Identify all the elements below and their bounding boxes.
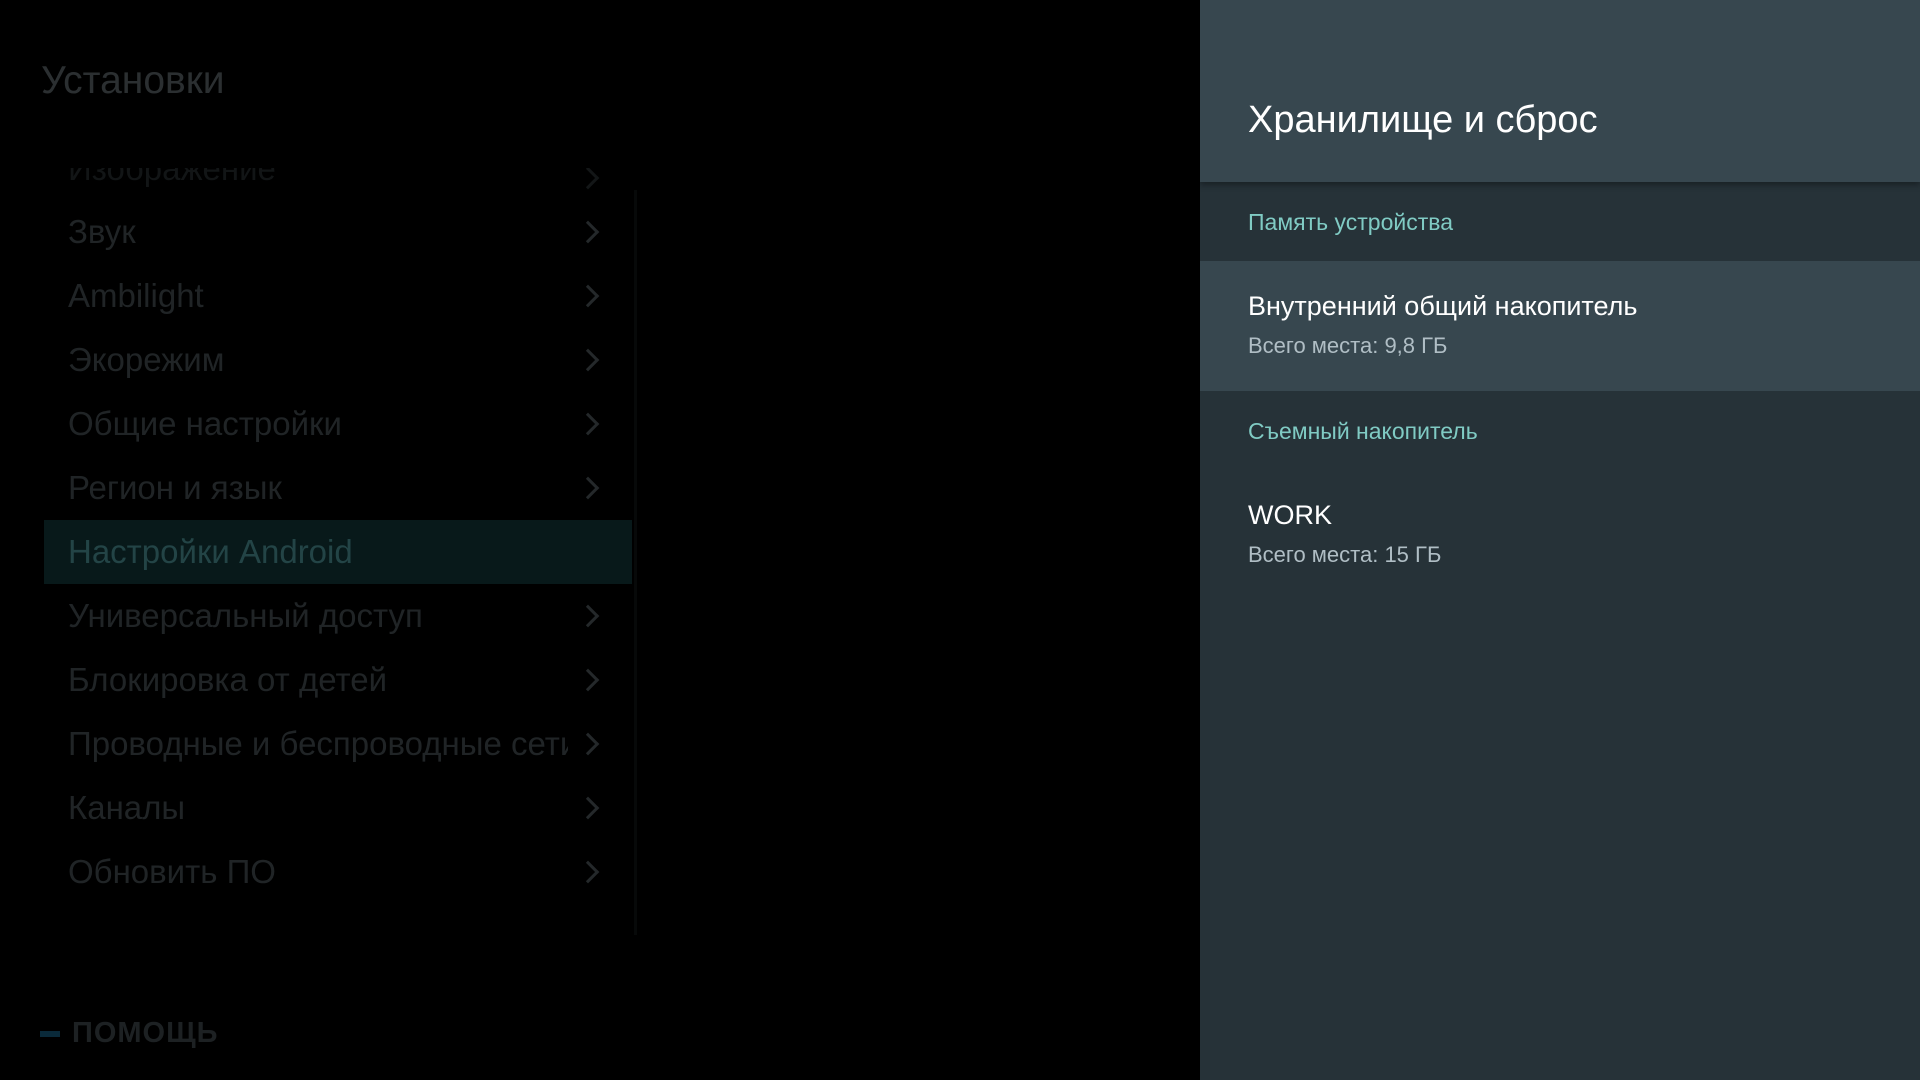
menu-item-general-settings[interactable]: Общие настройки xyxy=(44,392,632,456)
storage-name: Внутренний общий накопитель xyxy=(1248,291,1638,321)
menu-item-eco-mode[interactable]: Экорежим xyxy=(44,328,632,392)
storage-name: WORK xyxy=(1248,500,1332,530)
section-header-device-storage: Память устройства xyxy=(1248,209,1453,235)
chevron-right-icon xyxy=(576,796,600,820)
menu-item-child-lock[interactable]: Блокировка от детей xyxy=(44,648,632,712)
chevron-right-icon xyxy=(576,668,600,692)
menu-item-networks[interactable]: Проводные и беспроводные сети xyxy=(44,712,632,776)
settings-menu-list: Изображение Звук Ambilight Экорежим Общи… xyxy=(44,168,632,904)
storage-item-work[interactable]: WORK Всего места: 15 ГБ xyxy=(1200,470,1920,600)
menu-item-label: Настройки Android xyxy=(68,533,353,570)
chevron-right-icon xyxy=(576,220,600,244)
storage-size: Всего места: 15 ГБ xyxy=(1248,542,1442,567)
storage-item-internal[interactable]: Внутренний общий накопитель Всего места:… xyxy=(1200,261,1920,391)
menu-item-channels[interactable]: Каналы xyxy=(44,776,632,840)
color-key-icon xyxy=(40,1030,60,1037)
chevron-right-icon xyxy=(576,476,600,500)
menu-item-accessibility[interactable]: Универсальный доступ xyxy=(44,584,632,648)
chevron-right-icon xyxy=(576,604,600,628)
chevron-right-icon xyxy=(576,284,600,308)
chevron-right-icon xyxy=(576,412,600,436)
chevron-right-icon xyxy=(576,348,600,372)
menu-item-region-language[interactable]: Регион и язык xyxy=(44,456,632,520)
menu-item-label: Общие настройки xyxy=(68,405,342,442)
menu-item-update-software[interactable]: Обновить ПО xyxy=(44,840,632,904)
menu-item-label: Каналы xyxy=(68,789,186,826)
menu-item-android-settings[interactable]: Настройки Android xyxy=(44,520,632,584)
menu-item-label: Проводные и беспроводные сети xyxy=(68,725,568,762)
menu-item-picture[interactable]: Изображение xyxy=(44,168,632,200)
chevron-right-icon xyxy=(576,732,600,756)
chevron-right-icon xyxy=(576,860,600,884)
menu-item-label: Экорежим xyxy=(68,341,225,378)
panel-title: Хранилище и сброс xyxy=(1248,99,1598,141)
section-header-removable-storage: Съемный накопитель xyxy=(1248,418,1478,444)
menu-item-label: Звук xyxy=(68,213,136,250)
help-hint[interactable]: ПОМОЩЬ xyxy=(40,1017,219,1050)
menu-item-label: Обновить ПО xyxy=(68,853,276,890)
menu-item-label: Регион и язык xyxy=(68,469,282,506)
storage-reset-panel: Хранилище и сброс Память устройства Внут… xyxy=(1200,0,1920,1080)
tv-settings-screen: Установки Изображение Звук Ambilight Эко… xyxy=(0,0,1920,1080)
menu-item-label: Изображение xyxy=(68,168,276,187)
menu-item-label: Ambilight xyxy=(68,277,204,314)
chevron-right-icon xyxy=(576,168,600,190)
menu-scrollbar[interactable] xyxy=(634,190,637,935)
menu-title: Установки xyxy=(41,59,225,102)
settings-menu-pane: Установки Изображение Звук Ambilight Эко… xyxy=(0,0,1200,1080)
help-label: ПОМОЩЬ xyxy=(72,1017,219,1049)
menu-item-label: Блокировка от детей xyxy=(68,661,388,698)
storage-size: Всего места: 9,8 ГБ xyxy=(1248,333,1448,358)
menu-item-label: Универсальный доступ xyxy=(68,597,423,634)
panel-header: Хранилище и сброс xyxy=(1200,0,1920,182)
menu-item-ambilight[interactable]: Ambilight xyxy=(44,264,632,328)
menu-item-sound[interactable]: Звук xyxy=(44,200,632,264)
